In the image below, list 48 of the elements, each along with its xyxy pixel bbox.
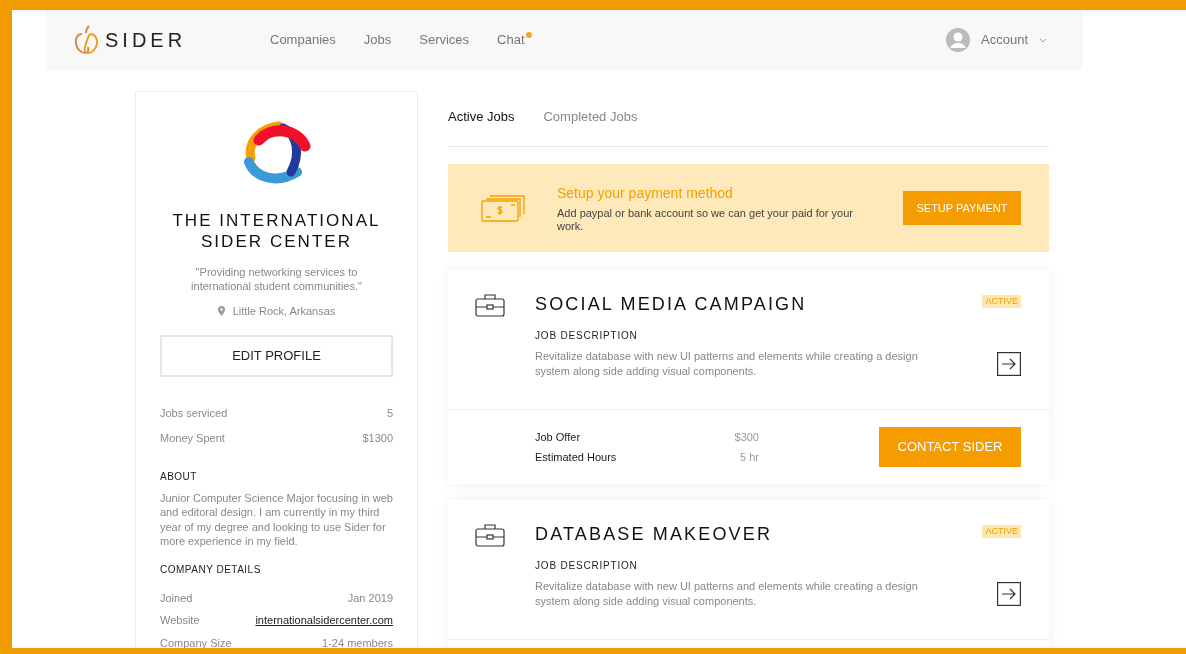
website-link[interactable]: internationalsidercenter.com bbox=[255, 612, 393, 629]
briefcase-icon bbox=[475, 523, 505, 547]
section-heading: JOB DESCRIPTION bbox=[535, 329, 639, 343]
detail-value: 1-24 members bbox=[322, 635, 393, 648]
banner-title: Setup your payment method bbox=[557, 184, 734, 203]
arrow-right-icon[interactable] bbox=[997, 582, 1021, 606]
nav-link[interactable]: Services bbox=[419, 30, 470, 50]
edit-profile-button[interactable]: EDIT PROFILE bbox=[160, 334, 393, 377]
location-pin-icon bbox=[217, 306, 225, 317]
nav-link[interactable]: Chat bbox=[497, 30, 532, 50]
stat-label: Money Spent bbox=[160, 431, 225, 446]
location-text: Little Rock, Arkansas bbox=[232, 304, 336, 319]
offer-label: Job Offer bbox=[535, 429, 581, 445]
arrow-right-icon[interactable] bbox=[997, 352, 1021, 376]
offer-value: $300 bbox=[734, 429, 759, 445]
section-heading: ABOUT bbox=[160, 469, 198, 484]
section-heading: COMPANY DETAILS bbox=[160, 562, 262, 577]
money-icon bbox=[481, 194, 527, 222]
job-description: Revitalize database with new UI patterns and elements while creating a design system along side adding visual components. bbox=[535, 579, 919, 609]
section-heading: JOB DESCRIPTION bbox=[535, 559, 639, 573]
offer-value: 5 hr bbox=[740, 450, 759, 465]
detail-value: Jan 2019 bbox=[347, 590, 393, 606]
briefcase-icon bbox=[475, 293, 505, 317]
stat-value: $1300 bbox=[362, 431, 393, 446]
offer-label: Estimated Hours bbox=[535, 450, 617, 465]
company-name: THE INTERNATIONAL SIDER CENTER bbox=[171, 210, 382, 252]
nav-link[interactable]: Jobs bbox=[363, 30, 392, 50]
stat-label: Jobs serviced bbox=[160, 405, 228, 421]
about-text: Junior Computer Science Major focusing in web and editoral design. I am currently in my third year of my degree and looking to use Sider for more experience in my field. bbox=[160, 490, 393, 549]
tab[interactable]: Active Jobs bbox=[448, 107, 515, 127]
detail-label: Joined bbox=[160, 590, 193, 606]
job-description: Revitalize database with new UI patterns and elements while creating a design system along side adding visual components. bbox=[535, 349, 919, 379]
brand-name: SIDER bbox=[105, 28, 187, 53]
account-menu[interactable]: Account bbox=[946, 28, 1047, 52]
company-tagline: "Providing networking services to international student communities." bbox=[190, 265, 363, 293]
avatar-icon bbox=[946, 28, 970, 52]
logo-icon bbox=[74, 24, 100, 56]
status-badge: ACTIVE bbox=[982, 525, 1021, 538]
job-title: DATABASE MAKEOVER bbox=[535, 523, 773, 546]
banner-text: Add paypal or bank account so we can get your paid for your work. bbox=[557, 207, 854, 233]
job-title: SOCIAL MEDIA CAMPAIGN bbox=[535, 293, 807, 316]
status-badge: ACTIVE bbox=[982, 295, 1021, 308]
detail-label: Company Size bbox=[160, 635, 232, 648]
stat-value: 5 bbox=[386, 405, 393, 421]
chevron-down-icon bbox=[1039, 37, 1047, 43]
detail-label: Website bbox=[160, 613, 200, 628]
tab[interactable]: Completed Jobs bbox=[543, 107, 638, 127]
nav-link[interactable]: Companies bbox=[270, 30, 336, 50]
